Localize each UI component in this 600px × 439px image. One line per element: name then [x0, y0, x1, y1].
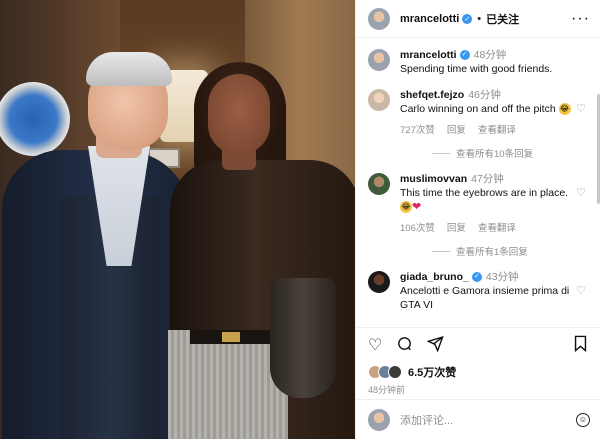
post-photo[interactable]	[0, 0, 355, 439]
comment-text: Carlo winning on and off the pitch	[400, 103, 556, 115]
likes-row: 6.5万次赞	[356, 363, 600, 381]
woman-handbag	[270, 278, 336, 398]
reply-button[interactable]: 回复	[447, 220, 466, 234]
bookmark-icon[interactable]	[573, 335, 588, 357]
heart-outline-icon[interactable]: ♡	[368, 337, 382, 355]
comment-item: shefqet.fejzo 46分钟 Carlo winning on and o…	[368, 88, 588, 116]
verified-badge-icon: ✓	[462, 13, 473, 24]
translate-button[interactable]: 查看翻译	[478, 122, 516, 136]
caption-avatar[interactable]	[368, 49, 390, 71]
comment-text: This time the eyebrows are in place.	[400, 187, 569, 199]
belt-buckle	[222, 332, 240, 342]
comment-time: 47分钟	[471, 173, 504, 185]
comment-meta: 106次赞 回复 查看翻译	[400, 220, 588, 234]
comment-likes[interactable]: 106次赞	[400, 220, 435, 234]
caption-text: Spending time with good friends.	[400, 63, 553, 75]
comment-username[interactable]: giada_bruno_	[400, 271, 469, 283]
verified-badge-icon: ✓	[459, 50, 470, 61]
instagram-post: mrancelotti ✓ • 已关注 ··· mrancelotti ✓ 48分钟…	[0, 0, 600, 439]
laughing-emoji-icon: 😂	[558, 103, 571, 116]
comment-item: muslimovvan 47分钟 This time the eyebrows a…	[368, 172, 588, 214]
comment-username[interactable]: shefqet.fejzo	[400, 89, 464, 101]
comment-avatar[interactable]	[368, 89, 390, 111]
comment-time: 46分钟	[468, 89, 501, 101]
comment-text-block: shefqet.fejzo 46分钟 Carlo winning on and o…	[400, 88, 576, 116]
caption-username[interactable]: mrancelotti	[400, 49, 457, 61]
more-options-icon[interactable]: ···	[571, 10, 590, 28]
separator-dot: •	[477, 12, 482, 25]
comment-avatar[interactable]	[368, 271, 390, 294]
smiley-icon[interactable]: ☺	[576, 412, 590, 427]
translate-button[interactable]: 查看翻译	[478, 220, 516, 234]
author-avatar[interactable]	[368, 7, 390, 30]
reply-button[interactable]: 回复	[447, 122, 466, 136]
caption: mrancelotti ✓ 48分钟 Spending time with good…	[368, 48, 588, 76]
comment-avatar[interactable]	[368, 173, 390, 195]
man-hair	[86, 52, 172, 86]
comments-list[interactable]: mrancelotti ✓ 48分钟 Spending time with good…	[356, 38, 600, 327]
comment-text: Ancelotti e Gamora insieme prima di GTA …	[400, 285, 570, 312]
add-comment-input[interactable]: 添加评论...	[400, 412, 566, 428]
liker-avatar	[388, 365, 402, 379]
red-heart-emoji-icon: ❤	[412, 201, 422, 214]
comment-meta: 727次赞 回复 查看翻译	[400, 122, 588, 136]
viewer-avatar	[368, 408, 390, 431]
post-header: mrancelotti ✓ • 已关注 ···	[356, 0, 600, 38]
action-bar: ♡	[356, 327, 600, 363]
caption-text-block: mrancelotti ✓ 48分钟 Spending time with good…	[400, 48, 576, 76]
paper-plane-icon[interactable]	[426, 335, 445, 357]
view-replies-button[interactable]: 查看所有10条回复	[432, 146, 588, 160]
comment-item: giada_bruno_ ✓ 43分钟 Ancelotti e Gamora ins…	[368, 270, 588, 312]
verified-badge-icon: ✓	[471, 272, 482, 283]
comment-text-block: giada_bruno_ ✓ 43分钟 Ancelotti e Gamora ins…	[400, 270, 576, 312]
comment-like-heart-icon[interactable]: ♡	[576, 104, 588, 115]
comment-like-heart-icon[interactable]: ♡	[576, 188, 588, 199]
post-time-ago: 48分钟前	[368, 385, 406, 395]
laughing-emoji-icon: 😂	[400, 201, 412, 214]
woman-face	[208, 74, 270, 154]
author-username[interactable]: mrancelotti	[400, 13, 459, 25]
caption-time: 48分钟	[473, 49, 507, 61]
add-comment-bar: 添加评论... ☺	[356, 399, 600, 439]
post-side-panel: mrancelotti ✓ • 已关注 ··· mrancelotti ✓ 48分钟…	[355, 0, 600, 439]
comment-username[interactable]: muslimovvan	[400, 173, 467, 185]
following-button[interactable]: 已关注	[486, 11, 519, 27]
likes-count[interactable]: 6.5万次赞	[408, 364, 456, 380]
view-replies-button[interactable]: 查看所有1条回复	[432, 244, 588, 258]
comment-like-heart-icon[interactable]: ♡	[576, 286, 588, 297]
comment-time: 43分钟	[485, 271, 519, 284]
comment-text-block: muslimovvan 47分钟 This time the eyebrows a…	[400, 172, 576, 214]
comment-bubble-icon[interactable]	[396, 335, 413, 357]
comment-likes[interactable]: 727次赞	[400, 122, 435, 136]
